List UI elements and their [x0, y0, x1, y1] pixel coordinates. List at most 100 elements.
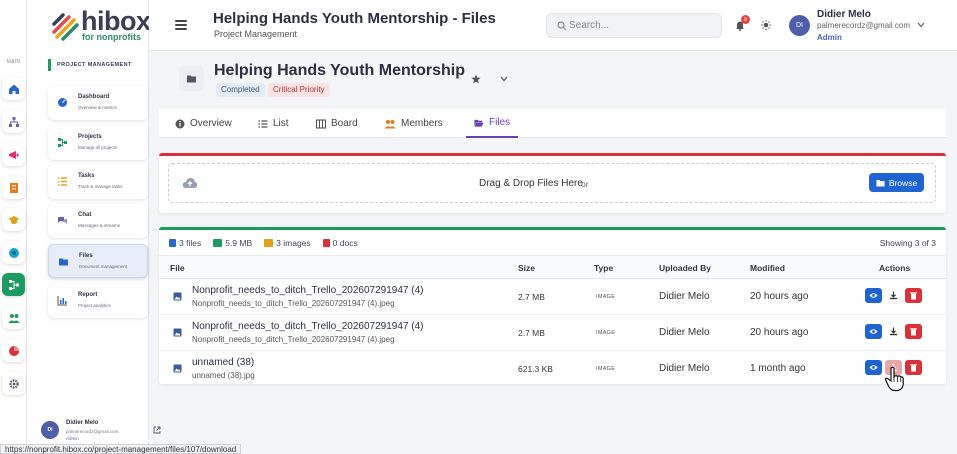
- view-button[interactable]: [865, 288, 882, 303]
- tab-files[interactable]: Files: [466, 109, 519, 138]
- tab-overview[interactable]: Overview: [171, 109, 236, 138]
- upload-card: Drag & Drop Files Here or Browse: [159, 153, 946, 213]
- image-file-icon: [173, 328, 182, 337]
- nav-item-files[interactable]: Files Document management: [48, 244, 148, 278]
- tab-members[interactable]: Members: [380, 109, 447, 138]
- project-tree-icon: [8, 279, 19, 290]
- table-row[interactable]: Nonprofit_needs_to_ditch_Trello_20260729…: [159, 315, 946, 351]
- folder-icon: [187, 75, 196, 83]
- rail-campaign-button[interactable]: [2, 143, 25, 166]
- showing-count: Showing 3 of 3: [879, 238, 936, 248]
- column-header-modified: Modified: [750, 263, 785, 273]
- table-row[interactable]: unnamed (38) unnamed (38).jpg 621.3 KB I…: [159, 351, 946, 387]
- external-link-icon[interactable]: [153, 426, 161, 434]
- rail-analytics-button[interactable]: [2, 339, 25, 362]
- search-icon: [557, 21, 567, 31]
- file-size: 2.7 MB: [518, 328, 545, 338]
- page-subtitle: Project Management: [214, 29, 298, 39]
- nav-item-dashboard[interactable]: Dashboard Overview & metrics: [48, 86, 148, 120]
- secondary-sidebar: hibox for nonprofits PROJECT MANAGEMENT …: [27, 0, 161, 454]
- download-button[interactable]: [885, 324, 902, 339]
- file-drop-zone[interactable]: Drag & Drop Files Here or Browse: [168, 163, 936, 203]
- file-original-name: Nonprofit_needs_to_ditch_Trello_20260729…: [192, 335, 395, 344]
- browse-label: Browse: [888, 177, 918, 188]
- stat-size: 5.9 MB: [213, 237, 252, 249]
- nav-item-projects[interactable]: Projects Manage all projects: [48, 126, 148, 160]
- tab-label: Members: [401, 118, 443, 129]
- chevron-down-icon[interactable]: [917, 22, 925, 28]
- tab-label: List: [273, 118, 289, 129]
- rail-building-button[interactable]: [2, 176, 25, 199]
- stat-size-value: 5.9 MB: [225, 238, 253, 248]
- rail-people-button[interactable]: [2, 306, 25, 329]
- hibox-logo[interactable]: hibox for nonprofits: [51, 6, 151, 44]
- avatar[interactable]: DI: [789, 15, 810, 36]
- drop-or-text: or: [581, 179, 589, 189]
- nav-item-chat[interactable]: Chat Messages & streams: [48, 204, 148, 238]
- cloud-upload-icon: [182, 178, 198, 188]
- nav-item-title: Chat: [78, 212, 92, 218]
- menu-toggle-button[interactable]: [175, 20, 187, 30]
- globe-icon: [8, 247, 19, 258]
- people-icon: [8, 313, 19, 323]
- pdf-icon: [322, 239, 330, 247]
- view-button[interactable]: [865, 360, 882, 375]
- page-title: Helping Hands Youth Mentorship - Files: [213, 10, 496, 27]
- avatar: DI: [41, 421, 59, 439]
- folder-open-icon: [474, 119, 484, 127]
- download-button[interactable]: [885, 288, 902, 303]
- theme-toggle-icon[interactable]: [761, 20, 771, 30]
- star-icon[interactable]: [471, 74, 481, 84]
- table-row[interactable]: Nonprofit_needs_to_ditch_Trello_20260729…: [159, 279, 946, 315]
- rail-project-management-button[interactable]: [2, 273, 25, 296]
- view-button[interactable]: [865, 324, 882, 339]
- nav-item-subtitle: Track & manage tasks: [78, 184, 123, 189]
- column-header-actions: Actions: [879, 263, 911, 273]
- search-input[interactable]: [569, 17, 717, 34]
- rail-home-button[interactable]: [2, 77, 25, 100]
- stat-files-count: 3 files: [179, 238, 202, 248]
- file-original-name: unnamed (38).jpg: [192, 371, 255, 380]
- rail-settings-button[interactable]: [2, 372, 25, 395]
- file-modified: 20 hours ago: [750, 327, 809, 338]
- file-type: IMAGE: [596, 330, 616, 336]
- file-icon: [169, 239, 176, 247]
- files-card: 3 files 5.9 MB 3 images 0 docs Showing 3…: [159, 227, 946, 384]
- stat-docs-count: 0 docs: [332, 238, 358, 248]
- file-name[interactable]: Nonprofit_needs_to_ditch_Trello_20260729…: [192, 321, 423, 332]
- delete-button[interactable]: [905, 360, 922, 375]
- nav-item-tasks[interactable]: Tasks Track & manage tasks: [48, 165, 148, 199]
- column-header-uploaded-by: Uploaded By: [659, 263, 711, 273]
- notification-badge: 9: [741, 15, 750, 24]
- tab-label: Overview: [190, 118, 232, 129]
- status-badge: Completed: [216, 83, 265, 97]
- tab-label: Board: [331, 118, 358, 129]
- eye-icon: [869, 293, 878, 298]
- file-name[interactable]: unnamed (38): [192, 357, 254, 368]
- chevron-down-icon[interactable]: [500, 76, 508, 82]
- browse-button[interactable]: Browse: [869, 173, 924, 192]
- rail-education-button[interactable]: [2, 208, 25, 231]
- delete-button[interactable]: [905, 324, 922, 339]
- column-header-file: File: [170, 263, 185, 273]
- file-name[interactable]: Nonprofit_needs_to_ditch_Trello_20260729…: [192, 285, 423, 296]
- tasks-icon: [58, 177, 67, 186]
- chat-icon: [58, 217, 67, 224]
- tab-list[interactable]: List: [254, 109, 293, 138]
- top-header: Helping Hands Youth Mentorship - Files P…: [149, 0, 957, 51]
- board-icon: [316, 118, 326, 129]
- image-icon: [264, 239, 274, 247]
- sidebar-user-card[interactable]: DI Didier Melo palmerecordz@gmail.com Ad…: [41, 418, 163, 444]
- user-email: palmerecordz@gmail.com: [66, 429, 119, 434]
- rail-org-button[interactable]: [2, 110, 25, 133]
- home-icon: [8, 84, 19, 94]
- nav-item-report[interactable]: Report Project analytics: [48, 284, 148, 318]
- rail-globe-button[interactable]: [2, 241, 25, 264]
- nav-item-title: Report: [78, 292, 98, 298]
- org-chart-icon: [8, 116, 19, 127]
- column-header-size: Size: [518, 263, 536, 273]
- tab-board[interactable]: Board: [312, 109, 362, 138]
- project-title: Helping Hands Youth Mentorship: [214, 62, 465, 79]
- delete-button[interactable]: [905, 288, 922, 303]
- project-header: Helping Hands Youth Mentorship Completed…: [159, 51, 946, 109]
